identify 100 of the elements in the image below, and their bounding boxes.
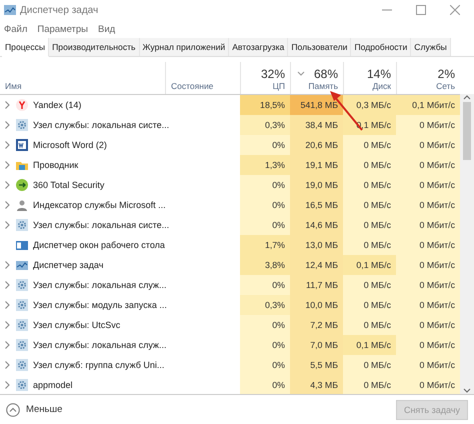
table-cell: 20,6 МБ bbox=[290, 135, 343, 155]
task-manager-icon bbox=[4, 5, 16, 15]
shield-icon bbox=[16, 179, 28, 191]
table-cell: 0% bbox=[240, 315, 290, 335]
table-cell: 19,0 МБ bbox=[290, 175, 343, 195]
table-cell: 19,1 МБ bbox=[290, 155, 343, 175]
process-name: appmodel bbox=[33, 380, 73, 390]
window-icon bbox=[16, 239, 28, 251]
sort-caret-icon bbox=[297, 71, 305, 77]
process-row[interactable]: Узел службы: модуль запуска ... 0,3% 10,0 МБ 0 МБ/с 0 Мбит/с bbox=[0, 295, 460, 315]
process-row[interactable]: appmodel 0% 4,3 МБ 0 МБ/с 0 Мбит/с bbox=[0, 375, 460, 394]
tab[interactable]: Процессы bbox=[2, 38, 50, 57]
chevron-icon[interactable] bbox=[4, 101, 10, 109]
table-cell: 0 Мбит/с bbox=[396, 255, 460, 275]
maximize-icon bbox=[416, 5, 426, 15]
table-cell: 4,3 МБ bbox=[290, 375, 343, 394]
menu-item[interactable]: Вид bbox=[98, 24, 116, 34]
process-name: Узел службы: локальная систе... bbox=[33, 120, 170, 130]
column-header[interactable]: Состояние bbox=[165, 62, 240, 94]
process-row[interactable]: Microsoft Word (2) 0% 20,6 МБ 0 МБ/с 0 Мбит/с bbox=[0, 135, 460, 155]
process-row[interactable]: Узел служб: группа служб Uni... 0% 5,5 МБ 0 МБ/с 0 Мбит/с bbox=[0, 355, 460, 375]
column-header[interactable]: Имя bbox=[0, 62, 165, 94]
table-cell: 0 Мбит/с bbox=[396, 355, 460, 375]
chevron-icon[interactable] bbox=[4, 201, 10, 209]
process-name: Диспетчер окон рабочего стола bbox=[33, 240, 165, 250]
gear-icon bbox=[16, 219, 28, 231]
gear-icon bbox=[16, 279, 28, 291]
table-cell: 0 МБ/с bbox=[343, 355, 396, 375]
table-cell: 1,3% bbox=[240, 155, 290, 175]
process-name: 360 Total Security bbox=[33, 180, 104, 190]
table-cell: 0 МБ/с bbox=[343, 295, 396, 315]
table-cell: 0 Мбит/с bbox=[396, 275, 460, 295]
chevron-icon[interactable] bbox=[4, 181, 10, 189]
chevron-icon[interactable] bbox=[4, 161, 10, 169]
scrollbar[interactable] bbox=[460, 94, 474, 394]
chevron-icon[interactable] bbox=[4, 121, 10, 129]
chevron-icon[interactable] bbox=[4, 321, 10, 329]
table-cell: 3,8% bbox=[240, 255, 290, 275]
table-cell: 0 МБ/с bbox=[343, 155, 396, 175]
gear-icon bbox=[16, 299, 28, 311]
chevron-icon[interactable] bbox=[4, 221, 10, 229]
menu-item[interactable]: Файл bbox=[4, 24, 28, 34]
tab[interactable]: Пользователи bbox=[288, 38, 352, 56]
process-row[interactable]: Узел службы: локальная служ... 0% 11,7 МБ 0 МБ/с 0 Мбит/с bbox=[0, 275, 460, 295]
chevron-icon[interactable] bbox=[4, 261, 10, 269]
process-name: Узел службы: локальная систе... bbox=[33, 220, 170, 230]
table-cell: 0,3 МБ/с bbox=[343, 95, 396, 115]
menu-item[interactable]: Параметры bbox=[37, 24, 88, 34]
chevron-icon[interactable] bbox=[4, 301, 10, 309]
column-header[interactable]: 14% Диск bbox=[343, 62, 396, 94]
table-cell: 0 МБ/с bbox=[343, 135, 396, 155]
table-cell: 0 МБ/с bbox=[343, 175, 396, 195]
table-cell: 7,2 МБ bbox=[290, 315, 343, 335]
table-cell: 0,1 МБ/с bbox=[343, 255, 396, 275]
process-name: Узел службы: модуль запуска ... bbox=[33, 300, 167, 310]
tab[interactable]: Подробности bbox=[351, 38, 412, 56]
process-row[interactable]: Узел службы: локальная систе... 0% 14,6 МБ 0 МБ/с 0 Мбит/с bbox=[0, 215, 460, 235]
chevron-icon[interactable] bbox=[4, 341, 10, 349]
process-name: Узел службы: UtcSvc bbox=[33, 320, 120, 330]
tab[interactable]: Производительность bbox=[49, 38, 140, 56]
table-cell: 0% bbox=[240, 195, 290, 215]
process-name: Microsoft Word (2) bbox=[33, 140, 107, 150]
process-row[interactable]: Узел службы: UtcSvc 0% 7,2 МБ 0 МБ/с 0 Мбит/с bbox=[0, 315, 460, 335]
column-header[interactable]: 32% ЦП bbox=[240, 62, 290, 94]
table-cell: 0,1 МБ/с bbox=[343, 335, 396, 355]
table-cell: 0% bbox=[240, 335, 290, 355]
process-row[interactable]: Индексатор службы Microsoft ... 0% 16,5 МБ 0 МБ/с 0 Мбит/с bbox=[0, 195, 460, 215]
table-cell: 7,0 МБ bbox=[290, 335, 343, 355]
process-row[interactable]: Узел службы: локальная служ... 0% 7,0 МБ 0,1 МБ/с 0 Мбит/с bbox=[0, 335, 460, 355]
process-row[interactable]: Диспетчер задач 3,8% 12,4 МБ 0,1 МБ/с 0 Мбит/с bbox=[0, 255, 460, 275]
fewer-details-button[interactable]: Меньше bbox=[6, 402, 62, 416]
chevron-icon[interactable] bbox=[4, 361, 10, 369]
table-cell: 0 Мбит/с bbox=[396, 155, 460, 175]
tab[interactable]: Службы bbox=[411, 38, 451, 56]
scroll-down-icon[interactable] bbox=[463, 388, 471, 394]
scroll-up-icon[interactable] bbox=[463, 94, 471, 100]
table-cell: 0 МБ/с bbox=[343, 195, 396, 215]
process-name: Узел службы: локальная служ... bbox=[33, 340, 166, 350]
chevron-icon[interactable] bbox=[4, 281, 10, 289]
tab[interactable]: Журнал приложений bbox=[140, 38, 230, 56]
table-cell: 0,3% bbox=[240, 295, 290, 315]
tab[interactable]: Автозагрузка bbox=[229, 38, 288, 56]
chevron-icon[interactable] bbox=[4, 141, 10, 149]
table-cell: 10,0 МБ bbox=[290, 295, 343, 315]
table-cell: 0% bbox=[240, 215, 290, 235]
gear-icon bbox=[16, 339, 28, 351]
process-row[interactable]: Yandex (14) 18,5% 541,8 МБ 0,3 МБ/с 0,1 Мбит/с bbox=[0, 95, 460, 115]
scrollbar-thumb[interactable] bbox=[463, 102, 471, 160]
folder-icon bbox=[16, 159, 28, 171]
table-cell: 11,7 МБ bbox=[290, 275, 343, 295]
process-name: Диспетчер задач bbox=[33, 260, 104, 270]
chevron-icon[interactable] bbox=[4, 381, 10, 389]
table-cell: 0% bbox=[240, 275, 290, 295]
table-cell: 0% bbox=[240, 135, 290, 155]
table-cell: 0 МБ/с bbox=[343, 215, 396, 235]
process-row[interactable]: 360 Total Security 0% 19,0 МБ 0 МБ/с 0 Мбит/с bbox=[0, 175, 460, 195]
column-header[interactable]: 2% Сеть bbox=[396, 62, 460, 94]
task-manager-icon bbox=[16, 259, 28, 271]
process-row[interactable]: Проводник 1,3% 19,1 МБ 0 МБ/с 0 Мбит/с bbox=[0, 155, 460, 175]
process-row[interactable]: Диспетчер окон рабочего стола 1,7% 13,0 МБ 0 МБ/с 0 Мбит/с bbox=[0, 235, 460, 255]
